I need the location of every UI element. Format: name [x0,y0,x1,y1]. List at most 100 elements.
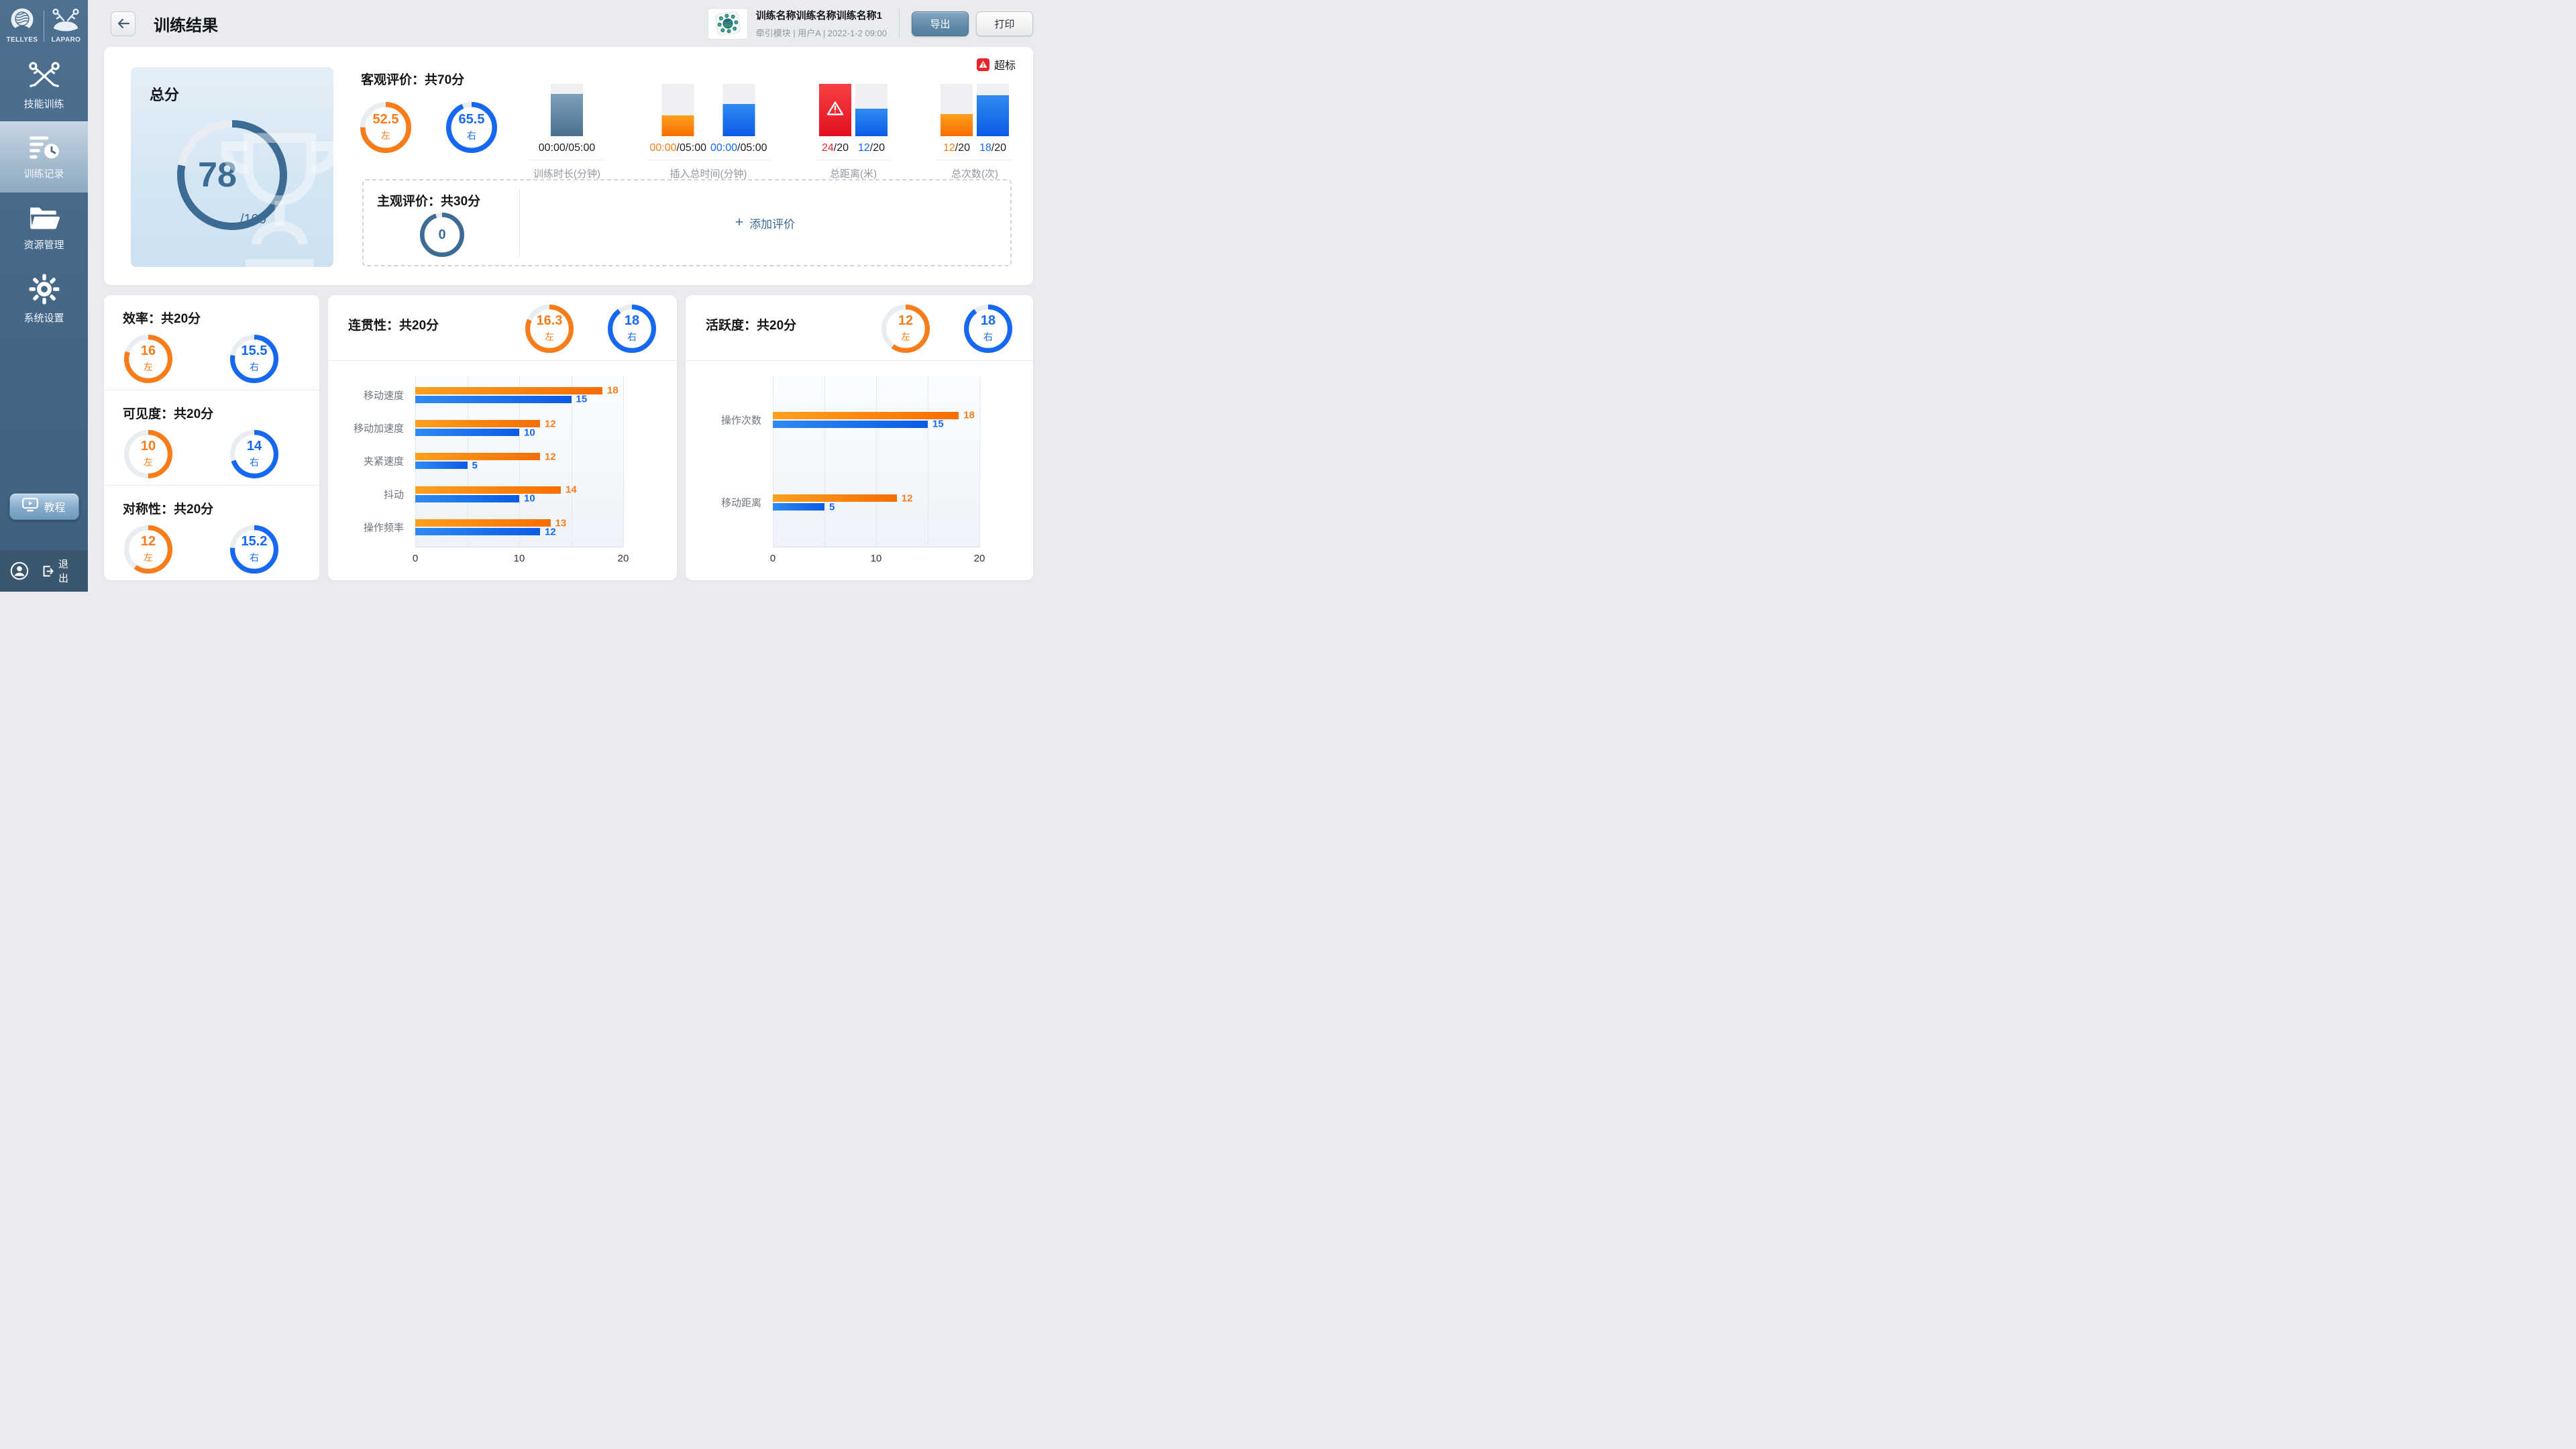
metric-section-2: 对称性：共20分12左15.2右 [104,485,319,580]
bar-right: 15 [415,396,572,403]
gauge-value: 00:00/05:00 [539,142,596,154]
tellyes-label: TELLYES [7,36,38,44]
logout-button[interactable]: 退出 [42,557,78,585]
activity-card: 活跃度：共20分 12左 18右 操作次数1815移动距离12501020 [686,295,1033,580]
sidebar-item-0[interactable]: 技能训练 [0,50,88,121]
brand-logos: TELLYES LAPARO [7,8,82,44]
bar-value: 5 [472,460,478,471]
gauge-group-1: 00:00/05:0000:00/05:00插入总时间(分钟) [649,84,767,180]
bar-value: 18 [963,410,975,421]
ring-value: 18 [625,314,639,327]
bar-value: 5 [829,501,835,513]
coherence-rings: 16.3左 18 右 [525,305,656,353]
subjective-score-ring: 0 [420,213,464,257]
coherence-left-ring: 16.3左 [525,305,574,353]
sidebar: TELLYES LAPARO 技能训练训练记录资源管理系统设置 [0,0,88,592]
bar-right: 12 [415,528,540,535]
tellyes-logo: TELLYES [7,8,38,44]
summary-card: 总分 78/100 客观评价：共70分 52.5左 65.5右 [104,47,1033,285]
gauge-bar-unit: 12/20 [941,84,973,154]
activity-rings: 12左 18右 [881,305,1012,353]
sidebar-menu: 技能训练训练记录资源管理系统设置 [0,50,88,335]
bar-left: 12 [415,453,540,460]
bar-value: 10 [524,493,535,504]
bar-value: 13 [555,517,567,529]
bar-group: 移动速度1815 [415,386,623,405]
total-score-card: 总分 78/100 [131,67,333,267]
ring-side-label: 右 [627,330,637,343]
x-tick-label: 20 [618,553,629,564]
gauge-bar-unit: 18/20 [977,84,1009,154]
gauge-bar-unit: 00:00/05:00 [710,84,767,154]
category-label: 夹紧速度 [364,454,404,468]
bar-value: 15 [932,419,944,430]
x-axis: 01020 [415,547,623,567]
bar-group: 操作次数1815 [773,411,979,429]
category-label: 移动加速度 [354,421,404,435]
category-label: 操作次数 [721,413,761,427]
gauge-value: 00:00/05:00 [710,142,767,154]
sidebar-item-3[interactable]: 系统设置 [0,264,88,335]
topbar-divider [899,9,900,38]
x-tick-label: 0 [413,553,418,564]
ring-side-label: 右 [467,129,476,142]
gauge-label: 训练时长(分钟) [533,166,600,180]
plus-icon: + [735,215,743,229]
x-tick-label: 20 [974,553,985,564]
bar-right: 10 [415,429,519,436]
metric-ring: 15.5右 [230,335,278,383]
avatar-icon[interactable] [10,561,29,580]
print-button[interactable]: 打印 [976,11,1033,36]
bar-value: 18 [607,385,619,396]
gauge-label: 插入总时间(分钟) [670,166,747,180]
category-label: 抖动 [384,487,404,501]
sidebar-footer: 退出 [0,550,88,592]
bar-value: 12 [545,418,556,429]
activity-chart: 操作次数1815移动距离12501020 [773,376,979,547]
total-score-title: 总分 [150,83,179,105]
sidebar-item-label: 技能训练 [23,97,64,111]
x-tick-label: 0 [770,553,775,564]
bar-group: 抖动1410 [415,485,623,504]
tutorial-button[interactable]: 教程 [9,493,79,520]
gauge-group-3: 12/2018/20总次数(次) [941,84,1009,180]
back-button[interactable] [111,11,136,36]
bar-right: 15 [773,421,928,428]
ring-value: 18 [981,314,996,327]
category-label: 操作频率 [364,521,404,535]
overflow-badge: 超标 [977,56,1016,72]
gauge-bar-unit: 00:00/05:00 [539,84,596,154]
metric-title: 可见度：共20分 [123,404,319,422]
add-evaluation-button[interactable]: + 添加评价 [520,180,1010,265]
ring-value: 16.3 [537,314,563,327]
ring-side-label: 右 [983,330,993,343]
sidebar-item-label: 资源管理 [23,237,64,252]
metric-section-0: 效率：共20分16左15.5右 [104,295,319,390]
gauge-group-0: 00:00/05:00 训练时长(分钟) [533,84,600,180]
video-tutorial-icon [22,498,38,515]
ring-side-label: 左 [901,330,910,343]
x-tick-label: 10 [871,553,882,564]
bar-left: 13 [415,519,551,527]
bar-left: 12 [773,494,897,502]
metric-ring: 12左 [124,525,172,574]
logout-label: 退出 [58,557,78,585]
sidebar-item-1[interactable]: 训练记录 [0,121,88,193]
gauge-label: 总距离(米) [830,166,877,180]
category-label: 移动距离 [721,496,761,510]
metric-title: 效率：共20分 [123,309,319,327]
add-evaluation-label: 添加评价 [749,215,795,231]
ring-value: 65.5 [459,113,485,126]
card-divider [686,360,1033,361]
session-info: 训练名称训练名称训练名称1 牵引模块 | 用户A | 2022-1-2 09:0… [756,8,887,39]
gauge-bar-unit: 12/20 [855,84,888,154]
export-button[interactable]: 导出 [912,11,969,36]
tellyes-globe-icon [7,8,38,34]
objective-title: 客观评价：共70分 [361,70,464,88]
laparo-logo: LAPARO [50,8,81,44]
session-thumbnail [708,8,748,40]
sidebar-item-2[interactable]: 资源管理 [0,193,88,264]
app: TELLYES LAPARO 技能训练训练记录资源管理系统设置 [0,0,1052,592]
card-divider [328,360,677,361]
main-content: 训练结果 训练名称训练名称训练名称1 牵引模 [88,0,1052,592]
